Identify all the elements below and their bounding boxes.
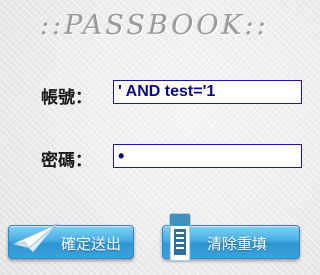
eraser-icon bbox=[169, 213, 191, 262]
paper-plane-icon bbox=[11, 223, 58, 253]
reset-button-label: 清除重填 bbox=[207, 235, 268, 253]
submit-button[interactable]: 確定送出 bbox=[8, 223, 134, 259]
password-input[interactable] bbox=[113, 144, 302, 168]
username-label: 帳號： bbox=[41, 88, 92, 108]
submit-button-label: 確定送出 bbox=[61, 235, 122, 253]
reset-button[interactable]: 清除重填 bbox=[162, 213, 300, 262]
passbook-title: ::PASSBOOK:: bbox=[40, 10, 269, 41]
username-input[interactable] bbox=[113, 80, 302, 104]
password-label: 密碼： bbox=[41, 151, 92, 171]
